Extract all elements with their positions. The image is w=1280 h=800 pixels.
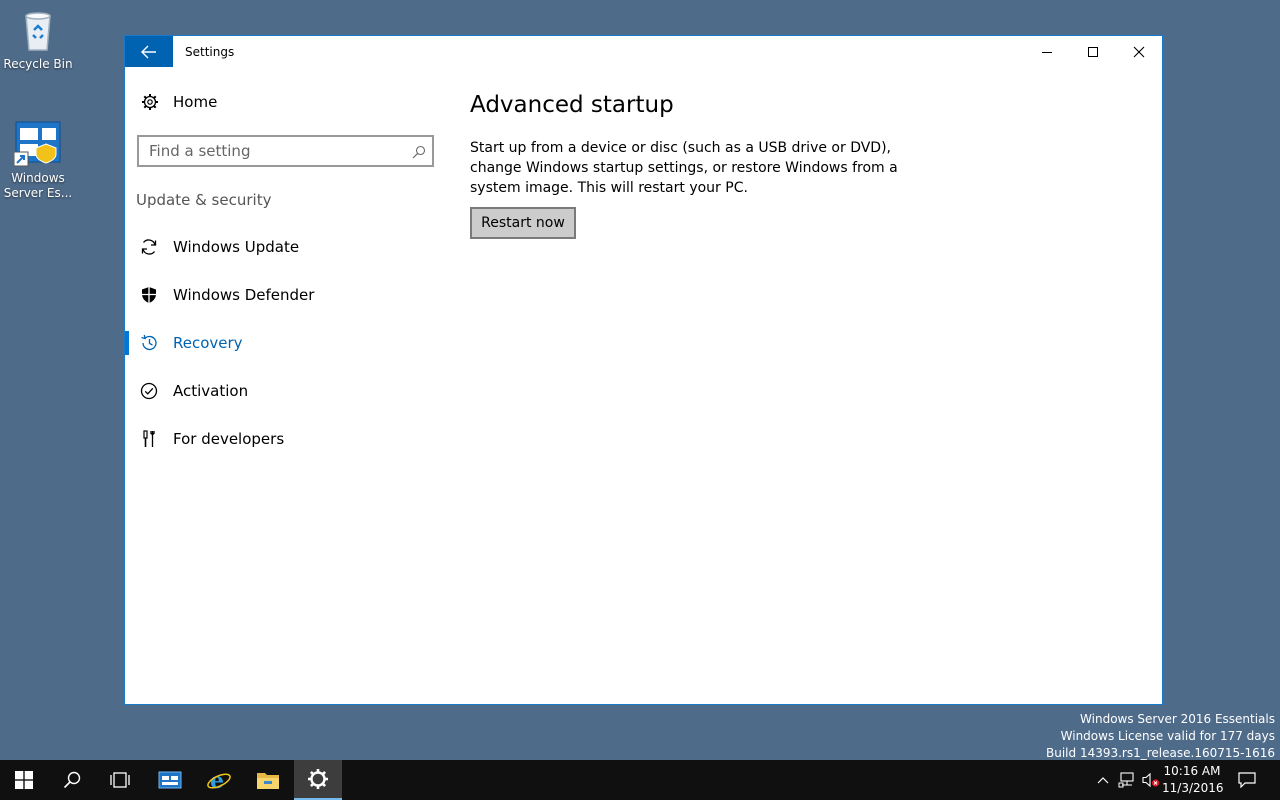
close-icon [1133, 46, 1145, 57]
watermark-edition: Windows Server 2016 Essentials [1080, 712, 1275, 726]
checkmark-circle-icon [140, 382, 158, 400]
gear-icon [308, 769, 328, 789]
gear-icon [141, 93, 159, 111]
volume-muted-icon [1142, 772, 1160, 788]
recycle-bin-desktop-icon[interactable]: Recycle Bin [0, 6, 76, 72]
taskbar-clock[interactable]: 10:16 AM 11/3/2016 [1162, 763, 1224, 797]
search-input[interactable] [139, 142, 399, 160]
server-manager-taskbar-button[interactable] [146, 760, 194, 800]
folder-icon [257, 773, 279, 789]
advanced-startup-description: Start up from a device or disc (such as … [470, 140, 898, 196]
sidebar-item-for-developers[interactable]: For developers [125, 425, 445, 453]
history-icon [140, 334, 158, 352]
server-manager-icon [158, 771, 182, 789]
section-heading: Update & security [136, 191, 272, 209]
task-view-button[interactable] [96, 760, 144, 800]
sync-icon [140, 238, 158, 256]
desktop-watermark: Windows Server 2016 Essentials Windows L… [1046, 711, 1275, 762]
task-view-icon [110, 772, 130, 788]
show-hidden-icons-button[interactable] [1094, 760, 1112, 800]
close-button[interactable] [1116, 36, 1162, 67]
server-dashboard-icon [13, 120, 62, 168]
windows-logo-icon [15, 771, 33, 789]
shield-icon [140, 286, 158, 304]
recycle-bin-label: Recycle Bin [3, 57, 73, 71]
sidebar-item-label: For developers [173, 430, 285, 448]
taskbar-search-icon [63, 771, 81, 789]
sidebar-item-label: Activation [173, 382, 249, 400]
search-box[interactable] [137, 135, 434, 167]
settings-window: Settings Home Find a setting Update & se… [124, 35, 1163, 705]
minimize-icon [1042, 51, 1052, 53]
developer-tools-icon [140, 430, 158, 448]
network-tray-button[interactable] [1116, 760, 1138, 800]
search-button[interactable] [48, 760, 96, 800]
notification-icon [1238, 772, 1256, 788]
sidebar-item-label: Windows Defender [173, 286, 315, 304]
clock-time: 10:16 AM [1163, 764, 1221, 778]
watermark-license: Windows License valid for 177 days [1060, 729, 1275, 743]
search-icon[interactable] [412, 144, 426, 163]
internet-explorer-taskbar-button[interactable]: e [195, 760, 243, 800]
sidebar-item-activation[interactable]: Activation [125, 377, 445, 405]
window-title: Settings [185, 44, 235, 59]
file-explorer-taskbar-button[interactable] [244, 760, 292, 800]
caption-buttons [1024, 36, 1162, 67]
sidebar-item-label: Recovery [173, 334, 243, 352]
windows-server-essentials-label: Windows Server Es... [3, 171, 73, 200]
sidebar-item-windows-update[interactable]: Windows Update [125, 233, 445, 261]
volume-tray-button[interactable] [1140, 760, 1162, 800]
sidebar-item-recovery[interactable]: Recovery [125, 329, 445, 357]
minimize-button[interactable] [1024, 36, 1070, 67]
windows-server-essentials-desktop-icon[interactable]: Windows Server Es... [0, 120, 76, 201]
settings-taskbar-button[interactable] [294, 760, 342, 800]
sidebar-item-windows-defender[interactable]: Windows Defender [125, 281, 445, 309]
action-center-button[interactable] [1234, 760, 1260, 800]
home-nav-item[interactable]: Home [141, 93, 217, 111]
network-icon [1118, 772, 1134, 788]
taskbar: e 10:16 AM 11/3/2016 [0, 760, 1280, 800]
clock-date: 11/3/2016 [1162, 781, 1224, 795]
maximize-button[interactable] [1070, 36, 1116, 67]
restart-now-button[interactable]: Restart now [470, 207, 576, 239]
main-content: Advanced startup Start up from a device … [470, 92, 930, 239]
sidebar-item-label: Windows Update [173, 238, 300, 256]
home-label: Home [173, 93, 218, 111]
chevron-up-icon [1097, 777, 1109, 784]
start-button[interactable] [0, 760, 48, 800]
recycle-bin-icon [14, 6, 62, 54]
internet-explorer-icon: e [207, 768, 231, 793]
maximize-icon [1088, 46, 1098, 57]
back-arrow-icon [141, 45, 156, 58]
page-title: Advanced startup [470, 92, 674, 118]
back-button[interactable] [125, 36, 173, 67]
svg-text:e: e [210, 768, 224, 793]
title-bar[interactable]: Settings [125, 36, 1162, 67]
